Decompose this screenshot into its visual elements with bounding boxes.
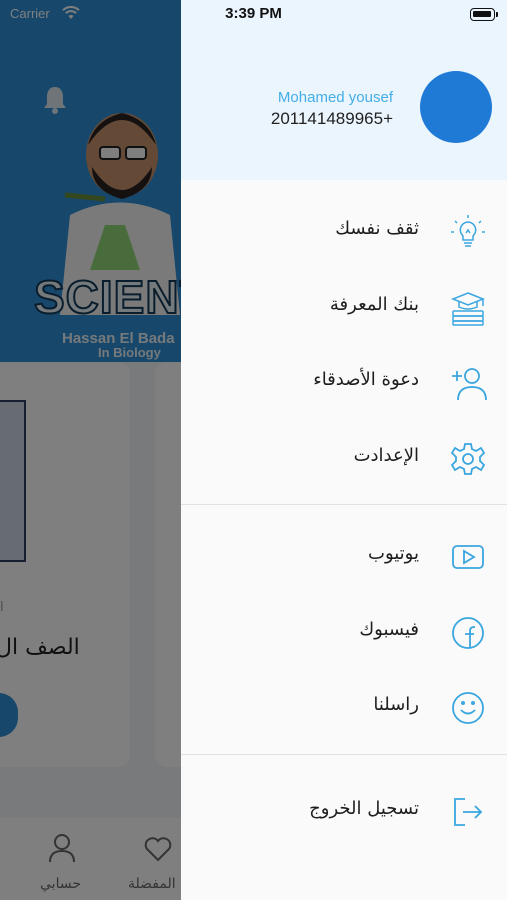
menu-item-label: فيسبوك xyxy=(359,619,419,640)
logout-icon xyxy=(454,798,483,826)
drawer-header: 3:39 PM Mohamed yousef 201141489965+ xyxy=(181,0,507,180)
menu-item-label: ثقف نفسك xyxy=(335,218,419,239)
menu-item-knowledge-bank[interactable]: بنك المعرفة xyxy=(181,279,507,335)
user-name: Mohamed yousef xyxy=(277,89,393,106)
menu-item-label: تسجيل الخروج xyxy=(309,798,419,819)
menu-divider xyxy=(181,754,507,755)
menu-item-settings[interactable]: الإعدادت xyxy=(181,430,507,486)
facebook-icon xyxy=(452,617,484,649)
avatar[interactable] xyxy=(420,71,492,143)
add-user-icon xyxy=(452,368,487,401)
gear-icon xyxy=(450,443,486,475)
user-phone: 201141489965+ xyxy=(270,109,393,128)
menu-item-invite-friends[interactable]: دعوة الأصدقاء xyxy=(181,354,507,410)
menu-item-label: الإعدادت xyxy=(353,445,419,466)
menu-divider xyxy=(181,504,507,505)
lightbulb-icon xyxy=(451,215,485,247)
menu-item-contact-us[interactable]: راسلنا xyxy=(181,679,507,735)
menu-item-label: دعوة الأصدقاء xyxy=(313,369,419,390)
menu-item-educate-yourself[interactable]: ثقف نفسك xyxy=(181,203,507,259)
status-time: 3:39 PM xyxy=(225,5,282,22)
menu-item-label: راسلنا xyxy=(373,694,419,715)
menu-item-label: يوتيوب xyxy=(368,543,419,564)
smile-icon xyxy=(452,692,484,724)
menu-item-facebook[interactable]: فيسبوك xyxy=(181,604,507,660)
menu-item-label: بنك المعرفة xyxy=(329,294,419,315)
youtube-icon xyxy=(452,545,484,569)
side-drawer: 3:39 PM Mohamed yousef 201141489965+ ثقف… xyxy=(181,0,507,900)
menu-item-youtube[interactable]: يوتيوب xyxy=(181,528,507,584)
battery-icon xyxy=(470,8,498,21)
graduation-books-icon xyxy=(450,292,486,326)
menu-item-logout[interactable]: تسجيل الخروج xyxy=(181,783,507,839)
